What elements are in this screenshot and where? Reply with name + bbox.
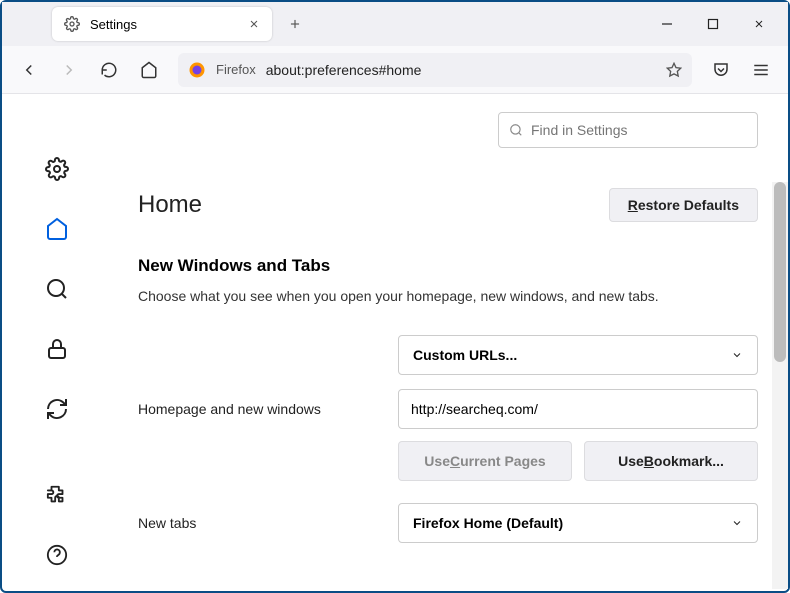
tab-bar: Settings: [2, 2, 788, 46]
search-icon: [509, 123, 523, 137]
scrollbar[interactable]: [772, 182, 788, 589]
url-bar[interactable]: Firefox about:preferences#home: [178, 53, 692, 87]
content-area: Home Restore Defaults New Windows and Ta…: [2, 94, 788, 591]
sidebar-item-help[interactable]: [37, 535, 77, 575]
sidebar-item-general[interactable]: [37, 149, 77, 189]
window-controls: [644, 2, 782, 46]
url-text: about:preferences#home: [266, 62, 422, 78]
close-icon[interactable]: [248, 18, 260, 30]
sidebar-item-sync[interactable]: [37, 389, 77, 429]
close-button[interactable]: [736, 7, 782, 41]
settings-sidebar: [2, 94, 112, 591]
section-title: New Windows and Tabs: [138, 256, 758, 276]
restore-defaults-button[interactable]: Restore Defaults: [609, 188, 758, 222]
sidebar-item-extensions[interactable]: [37, 475, 77, 515]
minimize-button[interactable]: [644, 7, 690, 41]
section-description: Choose what you see when you open your h…: [138, 286, 758, 307]
maximize-button[interactable]: [690, 7, 736, 41]
reload-button[interactable]: [92, 53, 126, 87]
sidebar-item-search[interactable]: [37, 269, 77, 309]
tab-title: Settings: [90, 17, 238, 32]
home-icon-button[interactable]: [132, 53, 166, 87]
firefox-icon: [188, 61, 206, 79]
menu-button[interactable]: [744, 53, 778, 87]
sidebar-item-home[interactable]: [37, 209, 77, 249]
newtabs-label: New tabs: [138, 515, 378, 531]
sidebar-item-privacy[interactable]: [37, 329, 77, 369]
settings-main: Home Restore Defaults New Windows and Ta…: [112, 94, 788, 591]
settings-search-input[interactable]: [498, 112, 758, 148]
page-title: Home: [138, 191, 202, 219]
url-identity: Firefox: [216, 62, 256, 77]
newtabs-dropdown[interactable]: Firefox Home (Default): [398, 503, 758, 543]
bookmark-star-icon[interactable]: [666, 62, 682, 78]
homepage-url-input[interactable]: [398, 389, 758, 429]
back-button[interactable]: [12, 53, 46, 87]
gear-icon: [64, 16, 80, 32]
settings-search-field[interactable]: [531, 122, 747, 138]
homepage-mode-dropdown[interactable]: Custom URLs...: [398, 335, 758, 375]
pocket-button[interactable]: [704, 53, 738, 87]
chevron-down-icon: [731, 517, 743, 529]
new-tab-button[interactable]: [278, 7, 312, 41]
forward-button[interactable]: [52, 53, 86, 87]
browser-window: Settings: [0, 0, 790, 593]
scrollbar-thumb[interactable]: [774, 182, 786, 362]
tab-settings[interactable]: Settings: [52, 7, 272, 41]
use-current-pages-button[interactable]: Use Current Pages: [398, 441, 572, 481]
chevron-down-icon: [731, 349, 743, 361]
homepage-label-text: Homepage and new windows: [138, 401, 378, 417]
navigation-toolbar: Firefox about:preferences#home: [2, 46, 788, 94]
use-bookmark-button[interactable]: Use Bookmark...: [584, 441, 758, 481]
